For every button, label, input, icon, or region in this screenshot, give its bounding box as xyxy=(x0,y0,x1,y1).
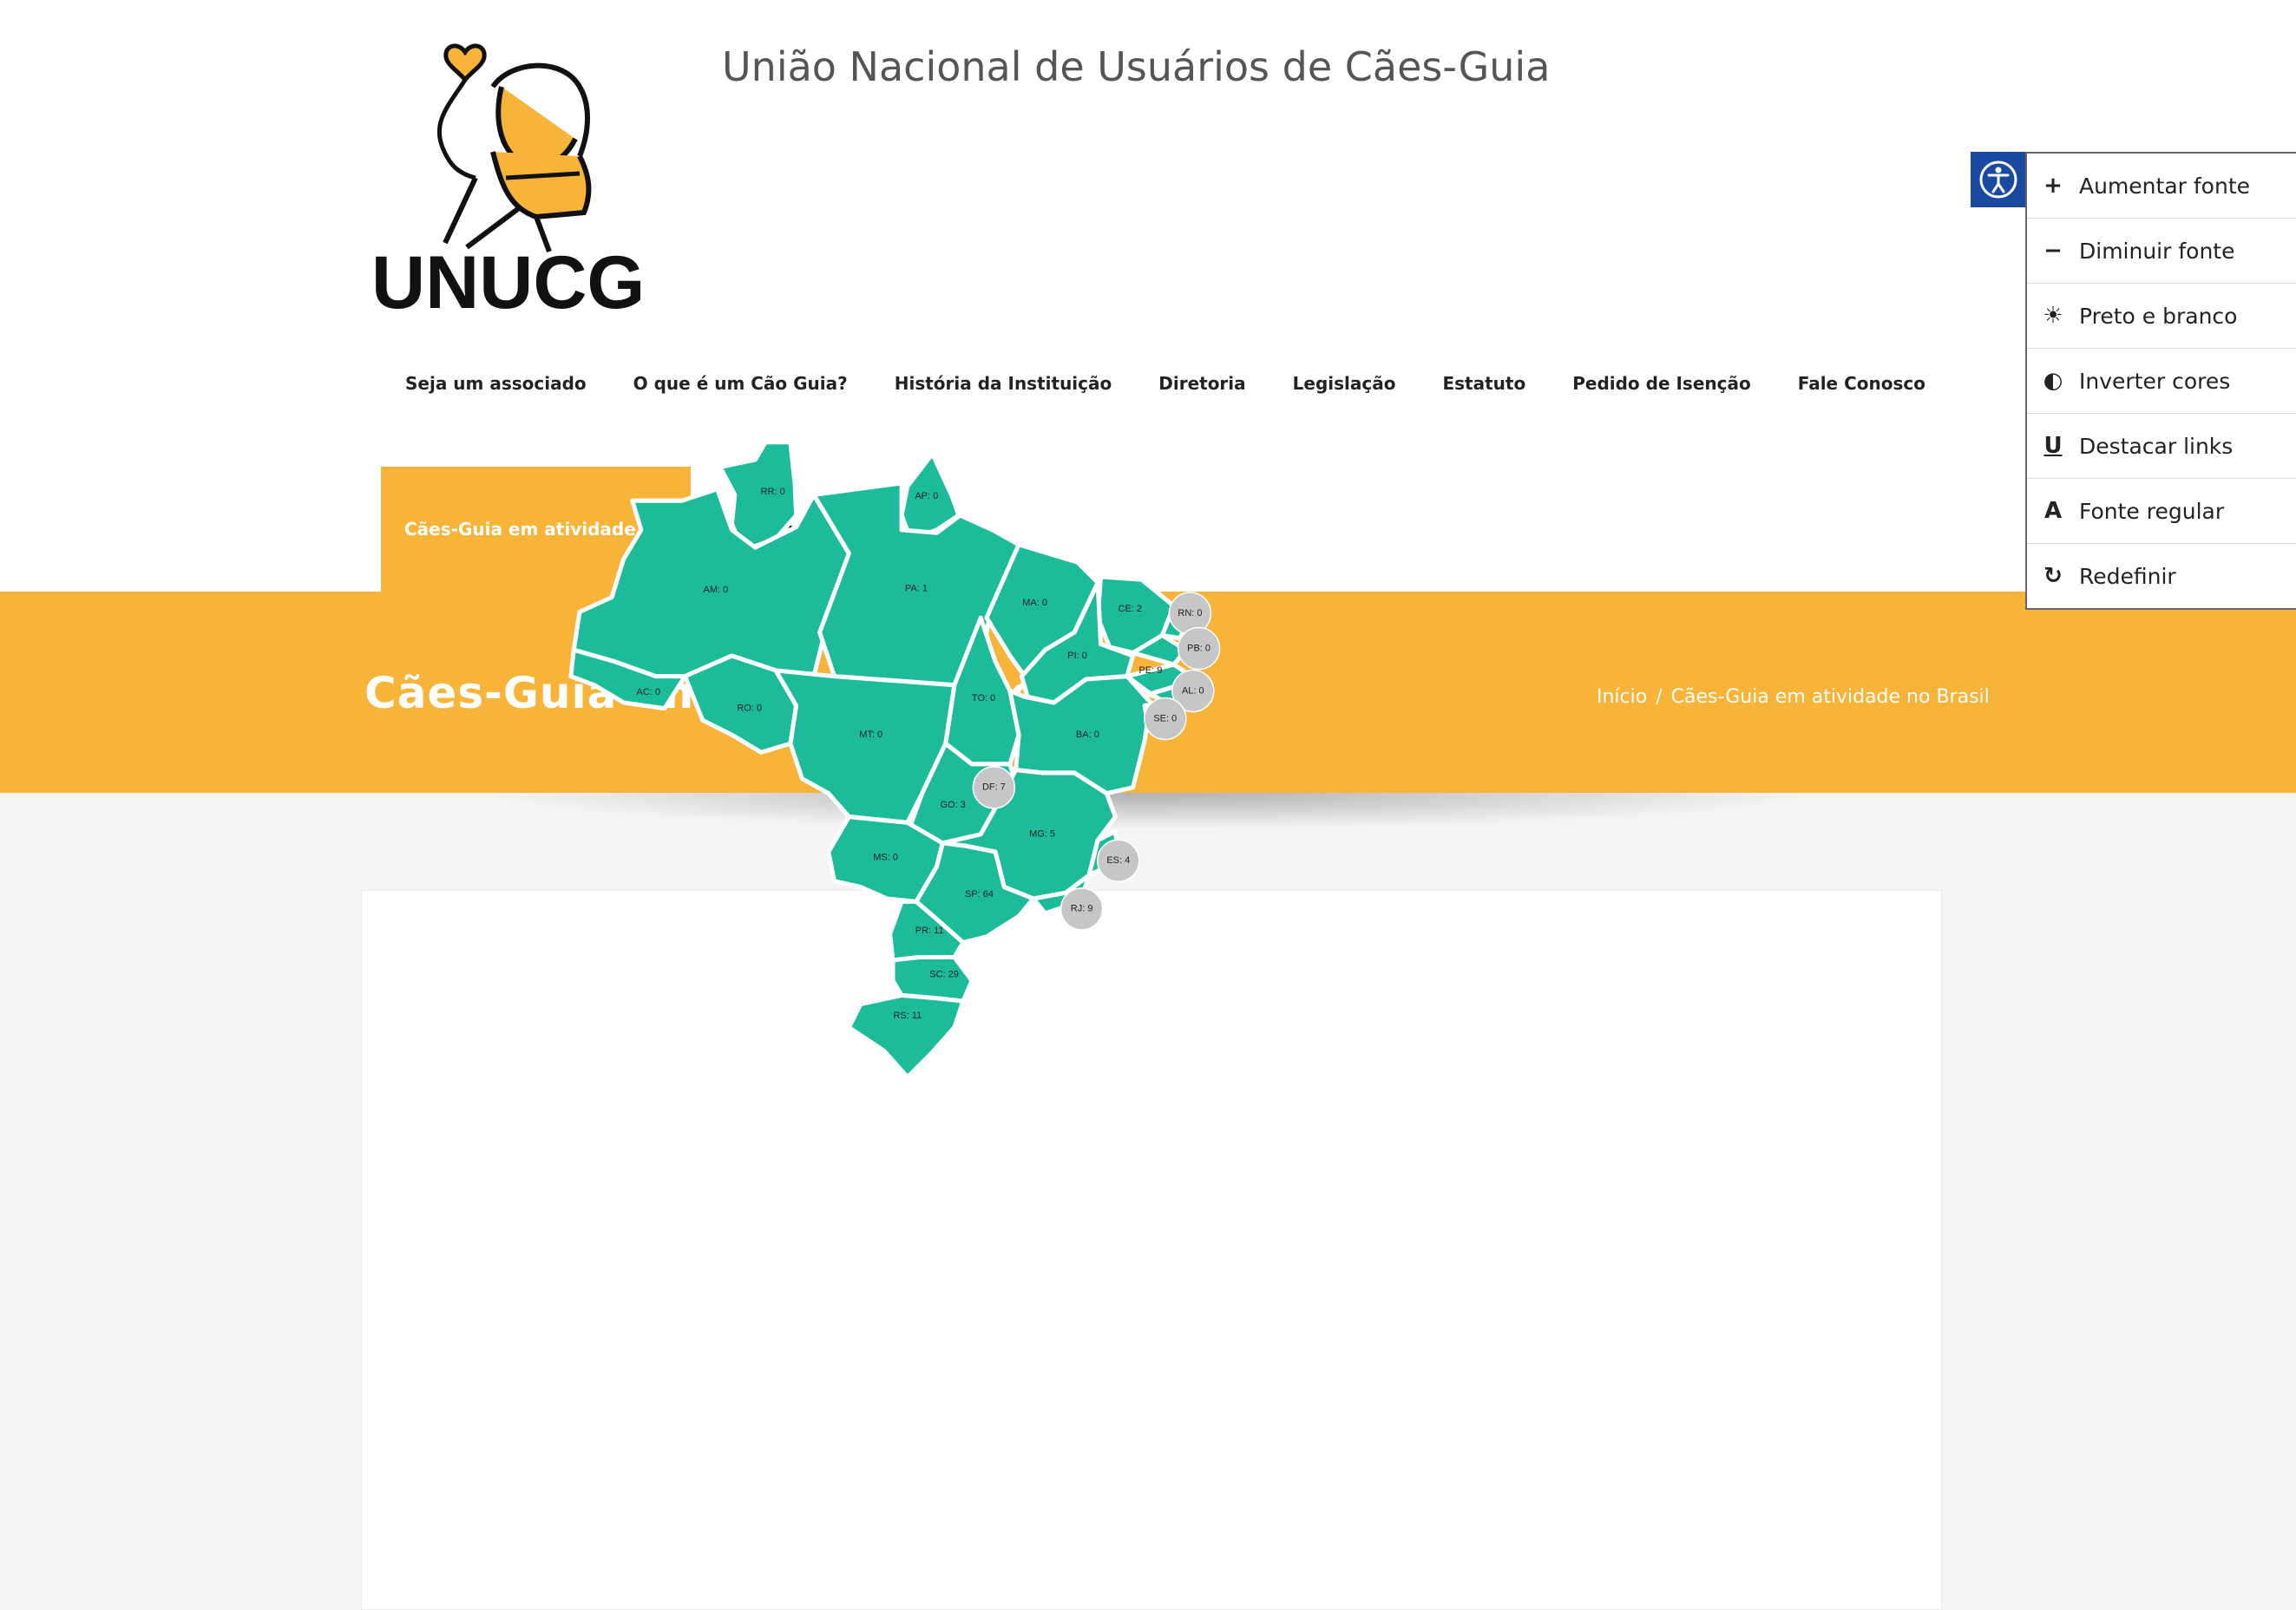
acc-decrease-font-button[interactable]: − Diminuir fonte xyxy=(2027,219,2296,284)
acc-grayscale-button[interactable]: ☀ Preto e branco xyxy=(2027,284,2296,349)
acc-invert-colors-button[interactable]: ◐ Inverter cores xyxy=(2027,349,2296,414)
state-label: PE: 9 xyxy=(1138,665,1162,676)
acc-item-label: Fonte regular xyxy=(2079,498,2225,524)
acc-item-label: Diminuir fonte xyxy=(2079,238,2235,264)
state-label: PI: 0 xyxy=(1067,651,1087,661)
state-label: AP: 0 xyxy=(915,491,938,501)
state-label: SC: 29 xyxy=(929,970,959,980)
state-label: PA: 1 xyxy=(905,583,928,593)
small-state-label: RJ: 9 xyxy=(1071,904,1093,914)
font-icon: A xyxy=(2043,498,2063,524)
state-label: MG: 5 xyxy=(1029,829,1055,840)
acc-highlight-links-button[interactable]: U Destacar links xyxy=(2027,414,2296,479)
state-label: GO: 3 xyxy=(940,800,965,810)
state-label: SP: 64 xyxy=(965,889,994,900)
state-label: RR: 0 xyxy=(761,487,785,497)
acc-regular-font-button[interactable]: A Fonte regular xyxy=(2027,479,2296,544)
minus-icon: − xyxy=(2043,238,2063,264)
underline-icon: U xyxy=(2043,433,2063,459)
reset-icon: ↻ xyxy=(2043,563,2063,589)
state-label: AM: 0 xyxy=(703,585,728,595)
state-label: RS: 11 xyxy=(893,1011,922,1021)
accessibility-icon xyxy=(1979,160,2017,199)
state-label: AC: 0 xyxy=(637,687,661,697)
state-rs[interactable] xyxy=(846,992,966,1080)
state-label: CE: 2 xyxy=(1118,604,1143,614)
acc-reset-button[interactable]: ↻ Redefinir xyxy=(2027,544,2296,608)
acc-item-label: Redefinir xyxy=(2079,563,2176,589)
acc-item-label: Preto e branco xyxy=(2079,303,2238,329)
brazil-map: RR: 0 AP: 0 AM: 0 PA: 1 MA: 0 CE: 2 PI: 0 AC: 0… xyxy=(568,440,1221,1080)
small-state-label: DF: 7 xyxy=(982,782,1006,793)
small-state-label: ES: 4 xyxy=(1106,855,1130,866)
state-label: BA: 0 xyxy=(1076,730,1099,740)
accessibility-panel: + Aumentar fonte − Diminuir fonte ☀ Preto e… xyxy=(2025,152,2296,610)
small-state-label: PB: 0 xyxy=(1187,643,1210,653)
state-am[interactable] xyxy=(571,487,851,679)
small-state-label: SE: 0 xyxy=(1153,713,1177,723)
acc-item-label: Aumentar fonte xyxy=(2079,173,2250,199)
small-state-label: AL: 0 xyxy=(1182,685,1204,696)
state-label: MA: 0 xyxy=(1022,598,1047,608)
accessibility-toggle-button[interactable] xyxy=(1971,152,2026,207)
state-label: RO: 0 xyxy=(737,704,762,714)
state-label: TO: 0 xyxy=(972,693,995,704)
state-label: MS: 0 xyxy=(873,853,898,863)
state-label: MT: 0 xyxy=(859,730,882,740)
plus-icon: + xyxy=(2043,173,2063,199)
acc-item-label: Inverter cores xyxy=(2079,368,2231,394)
contrast-icon: ◐ xyxy=(2043,368,2063,394)
acc-increase-font-button[interactable]: + Aumentar fonte xyxy=(2027,154,2296,219)
acc-item-label: Destacar links xyxy=(2079,433,2234,459)
state-label: PR: 11 xyxy=(915,926,944,936)
small-state-label: RN: 0 xyxy=(1178,608,1202,618)
sun-icon: ☀ xyxy=(2043,303,2063,329)
